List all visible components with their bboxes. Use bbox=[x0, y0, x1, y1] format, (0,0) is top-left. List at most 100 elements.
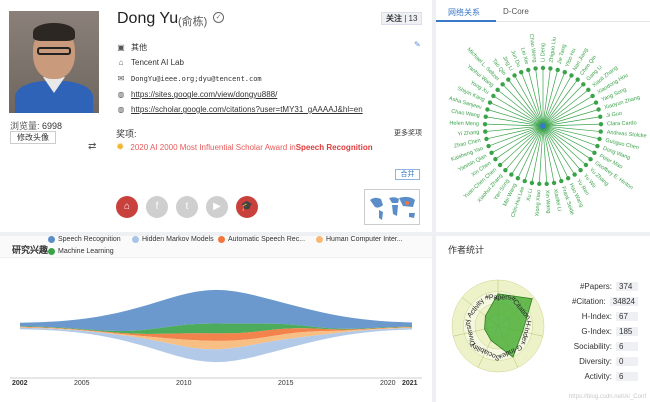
network-node-label[interactable]: Xiaofei Li bbox=[552, 188, 562, 211]
tab-dcore[interactable]: D-Core bbox=[503, 7, 529, 16]
network-edge bbox=[486, 125, 544, 140]
network-node[interactable] bbox=[509, 172, 514, 177]
network-node[interactable] bbox=[487, 100, 493, 105]
network-node[interactable] bbox=[486, 143, 491, 149]
network-node[interactable] bbox=[598, 121, 604, 127]
network-node-label[interactable]: Andreas Stolcke bbox=[606, 130, 646, 140]
network-node[interactable] bbox=[598, 114, 603, 119]
network-node[interactable] bbox=[493, 156, 498, 162]
network-node[interactable] bbox=[595, 143, 600, 149]
network-node[interactable] bbox=[548, 66, 553, 71]
axis-end-label: 2021 bbox=[402, 380, 418, 387]
legend-item[interactable]: Machine Learning bbox=[48, 248, 114, 255]
network-node[interactable] bbox=[495, 87, 500, 93]
network-node[interactable] bbox=[540, 65, 546, 71]
facebook-icon[interactable]: f bbox=[146, 196, 168, 218]
network-node[interactable] bbox=[544, 181, 549, 187]
email-icon: ✉ bbox=[117, 74, 125, 83]
network-node[interactable] bbox=[512, 73, 517, 78]
network-node[interactable] bbox=[483, 129, 488, 134]
network-node[interactable] bbox=[559, 178, 564, 184]
network-node-label[interactable]: Helen Meng bbox=[449, 120, 479, 127]
network-node-label[interactable]: Li Deng bbox=[540, 43, 546, 62]
email-row: ✉ DongYu@ieee.org;dyu@tencent.com bbox=[117, 74, 262, 83]
network-graph[interactable]: Li Deng Zhiguo LiuJie TangYibo HuNan Jian… bbox=[436, 22, 650, 232]
more-awards-link[interactable]: 更多奖项 bbox=[394, 128, 422, 138]
network-node[interactable] bbox=[503, 167, 508, 173]
stat-row: Activity: 6 bbox=[554, 372, 638, 381]
network-node[interactable] bbox=[519, 70, 524, 75]
network-node[interactable] bbox=[581, 82, 586, 87]
network-node[interactable] bbox=[555, 67, 560, 73]
legend-item[interactable]: Speech Recognition bbox=[48, 236, 121, 243]
network-node[interactable] bbox=[529, 180, 535, 186]
network-node[interactable] bbox=[583, 162, 589, 168]
youtube-icon[interactable]: ▶ bbox=[206, 196, 228, 218]
network-node-label[interactable]: Xiong Xiao bbox=[535, 190, 543, 217]
organization-row: ⌂ Tencent AI Lab bbox=[116, 58, 184, 67]
homepage-link[interactable]: https://sites.google.com/view/dongyu888/ bbox=[131, 90, 277, 99]
network-node[interactable] bbox=[506, 77, 511, 82]
network-node[interactable] bbox=[526, 67, 531, 73]
network-node-label[interactable]: Chao Weng bbox=[528, 33, 538, 62]
collapse-button[interactable]: 合并 bbox=[395, 169, 420, 180]
tab-network[interactable]: 网络关系 bbox=[448, 7, 480, 18]
follow-button[interactable]: 关注 | 13 bbox=[381, 12, 423, 25]
legend-item[interactable]: Hidden Markov Models bbox=[132, 236, 214, 243]
network-node[interactable] bbox=[482, 121, 488, 127]
world-map[interactable] bbox=[364, 189, 420, 225]
twitter-icon[interactable]: t bbox=[176, 196, 198, 218]
edit-avatar-button[interactable]: 修改头像 bbox=[10, 131, 56, 144]
stat-label: G-Index: bbox=[581, 327, 612, 336]
network-node[interactable] bbox=[491, 93, 496, 99]
network-node[interactable] bbox=[596, 107, 601, 112]
network-node[interactable] bbox=[551, 180, 557, 186]
network-node-label[interactable]: Xin Wang bbox=[544, 190, 552, 214]
network-node[interactable] bbox=[484, 136, 489, 142]
network-node[interactable] bbox=[533, 66, 538, 71]
network-node[interactable] bbox=[569, 73, 574, 78]
network-node[interactable] bbox=[497, 162, 503, 168]
network-node[interactable] bbox=[588, 156, 593, 162]
network-edge bbox=[527, 69, 544, 127]
interests-streamgraph bbox=[10, 289, 422, 379]
legend-item[interactable]: Human Computer Inter... bbox=[316, 236, 403, 243]
network-node[interactable] bbox=[537, 181, 542, 187]
network-node[interactable] bbox=[515, 176, 521, 181]
network-node[interactable] bbox=[597, 136, 602, 142]
edit-icon[interactable]: ✎ bbox=[414, 40, 421, 49]
network-node[interactable] bbox=[586, 87, 591, 93]
network-node-label[interactable]: Clara Cardo bbox=[607, 120, 637, 127]
stat-value: 6 bbox=[616, 342, 638, 351]
scholar-link[interactable]: https://scholar.google.com/citations?use… bbox=[131, 105, 363, 114]
network-node[interactable] bbox=[575, 77, 580, 82]
awards-title: 奖项: bbox=[116, 129, 137, 139]
stat-row: #Citation: 34824 bbox=[554, 297, 638, 306]
network-node[interactable] bbox=[592, 150, 597, 156]
network-node[interactable] bbox=[483, 114, 488, 119]
network-node[interactable] bbox=[578, 167, 583, 173]
stat-value: 0 bbox=[616, 357, 638, 366]
network-node[interactable] bbox=[485, 107, 490, 112]
institution-icon: ⌂ bbox=[118, 58, 124, 67]
share-icon[interactable]: ⇄ bbox=[88, 141, 96, 152]
network-center-node[interactable] bbox=[540, 123, 546, 129]
network-node-label[interactable]: Ji Guo bbox=[606, 111, 623, 119]
network-node-label[interactable]: Xu Li bbox=[526, 188, 534, 201]
network-node[interactable] bbox=[489, 150, 494, 156]
network-node[interactable] bbox=[522, 178, 527, 184]
network-node[interactable] bbox=[590, 93, 595, 99]
network-node[interactable] bbox=[562, 70, 567, 75]
award-item: ✹ 2020 AI 2000 Most Influential Scholar … bbox=[116, 142, 373, 153]
graduation-cap-icon[interactable]: 🎓 bbox=[236, 196, 258, 218]
network-node[interactable] bbox=[572, 172, 577, 177]
network-node-label[interactable]: Zhiguo Liu bbox=[549, 37, 558, 63]
network-node[interactable] bbox=[565, 176, 571, 181]
network-node[interactable] bbox=[593, 100, 599, 105]
network-node-label[interactable]: Chao Wang bbox=[451, 109, 480, 120]
network-node-label[interactable]: Yi Zhang bbox=[457, 130, 479, 138]
legend-item[interactable]: Automatic Speech Rec... bbox=[218, 236, 305, 243]
network-node[interactable] bbox=[598, 129, 603, 134]
home-icon[interactable]: ⌂ bbox=[116, 196, 138, 218]
network-node[interactable] bbox=[500, 82, 505, 87]
